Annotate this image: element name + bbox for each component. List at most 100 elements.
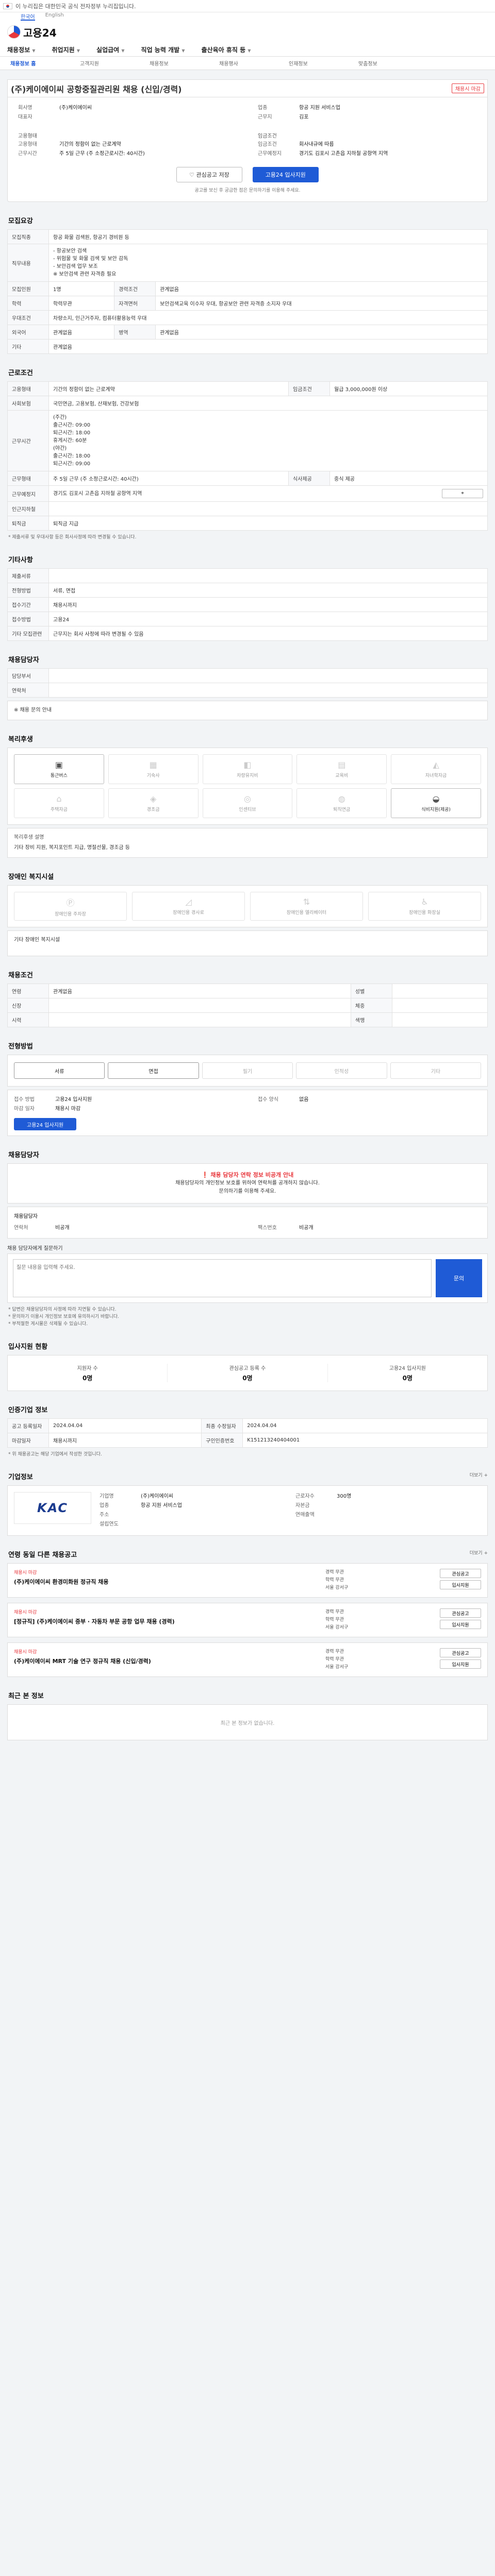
global-nav: 채용정보 ▼ 취업지원 ▼ 실업급여 ▼ 직업 능력 개발 ▼ 출산육아 휴직 … — [0, 43, 495, 57]
lang-english[interactable]: English — [45, 12, 64, 21]
wheelchair-icon: ♿ — [421, 897, 428, 907]
condition-table: 연령 관계없음 성별 신장 체중 시력 색맹 — [7, 984, 488, 1027]
elevator-icon: ⇅ — [303, 897, 310, 907]
tab-custom[interactable]: 맞춤정보 — [358, 59, 428, 67]
map-pin-icon: ⌖ — [461, 491, 464, 496]
step-other: 기타 — [390, 1062, 482, 1079]
section-info-title: 인증기업 정보 — [8, 1406, 48, 1414]
contact-info: 채용담당자 연락처 비공개 팩스번호 비공개 — [7, 1207, 488, 1239]
company-more-link[interactable]: 더보기 + — [470, 1471, 488, 1478]
ramp-icon: ◿ — [185, 897, 192, 907]
map-button[interactable]: ⌖ — [442, 489, 483, 498]
tab-jobs-home[interactable]: 채용정보 홈 — [10, 59, 80, 67]
gov-notice-text: 이 누리집은 대한민국 공식 전자정부 누리집입니다. — [15, 3, 136, 10]
inquiry-submit-button[interactable]: 문의 — [436, 1259, 482, 1297]
site-header: 고용24 채용정보 ▼ 취업지원 ▼ 실업급여 ▼ 직업 능력 개발 ▼ 출산육… — [0, 21, 495, 70]
similar-apply-button[interactable]: 입사지원 — [440, 1659, 481, 1669]
language-bar: 한국어 English — [0, 12, 495, 21]
gnb-item-jobs[interactable]: 채용정보 ▼ — [7, 45, 36, 54]
similar-job-3[interactable]: 채용시 마감 (주)케이에이씨 MRT 기술 연구 정규직 채용 (신입/경력) … — [7, 1642, 488, 1677]
coin-icon: ◎ — [244, 794, 251, 804]
section-recruit-title: 모집요강 — [8, 217, 33, 225]
section-similar-title: 연령 동일 다른 채용공고 더보기 + — [7, 1549, 488, 1559]
similar-save-button[interactable]: 관심공고 — [440, 1648, 481, 1657]
house-icon: ⌂ — [56, 794, 62, 804]
parking-icon: Ⓟ — [66, 897, 75, 908]
bus-icon: ▣ — [55, 760, 63, 770]
similar-job-2[interactable]: 채용시 마감 [정규직] (주)케이에이씨 중부 · 자동차 부문 공항 업무 채… — [7, 1603, 488, 1637]
similar-job-1[interactable]: 채용시 마감 (주)케이에이씨 환경미화원 정규직 채용 경력 무관 학력 무관 서울… — [7, 1563, 488, 1598]
facility-pension: ◍ 퇴직연금 — [296, 788, 387, 818]
chevron-down-icon: ▼ — [121, 48, 125, 53]
similar-save-button[interactable]: 관심공고 — [440, 1569, 481, 1578]
tab-events[interactable]: 채용행사 — [219, 59, 289, 67]
section-recent-title: 최근 본 정보 — [8, 1692, 44, 1700]
heart-icon: ♡ — [189, 172, 194, 178]
process-steps: 서류 면접 필기 인적성 기타 — [7, 1055, 488, 1087]
summary-card: 회사명 (주)케이에이씨 대표자 업종 항공 지원 서비스업 근무지 김포 고용형태 … — [7, 97, 488, 202]
chevron-down-icon: ▼ — [32, 48, 36, 53]
chevron-down-icon: ▼ — [248, 48, 251, 53]
step-document: 서류 — [14, 1062, 105, 1079]
apply-button[interactable]: 고용24 입사지원 — [252, 167, 319, 182]
recruiter-table: 담당부서 연락처 — [7, 668, 488, 698]
info-table: 공고 등록일자 2024.04.04 최종 수정일자 2024.04.04 마감일자 채… — [7, 1418, 488, 1448]
recruit-table: 모집직종 항공 화물 검색원, 항공기 경비원 등 직무내용 - 항공보안 검색 -… — [7, 229, 488, 354]
company-name: (주)케이에이씨 — [59, 105, 92, 111]
apply-method-box: 접수 방법 고용24 입사지원 마감 일자 채용시 마감 고용24 입사지원 접수 … — [7, 1090, 488, 1136]
tab-talent[interactable]: 인재정보 — [289, 59, 358, 67]
facility-grid: ▣ 통근버스 ▦ 기숙사 ◧ 차량유지비 ▤ 교육비 ◭ 자녀학자금 ⌂ 주택자금 ◈ 경조금… — [7, 748, 488, 825]
etc-table: 제출서류 전형방법 서류, 면접 접수기간 채용시까지 접수방법 고용24 기타 모집… — [7, 568, 488, 641]
status-badge: 채용시 마감 — [451, 83, 484, 93]
disability-note: 기타 장애인 복지시설 — [7, 930, 488, 956]
apply-button-2[interactable]: 고용24 입사지원 — [14, 1118, 77, 1130]
page-title: (주)케이에이씨 공항중질관리원 채용 (신입/경력) — [11, 84, 182, 94]
disability-elevator: ⇅ 장애인용 엘리베이터 — [250, 892, 363, 921]
lang-korean[interactable]: 한국어 — [21, 12, 35, 21]
step-aptitude: 인적성 — [296, 1062, 387, 1079]
car-icon: ◧ — [243, 760, 252, 770]
section-contact-title: 채용담당자 — [8, 1151, 39, 1159]
inquiry-notes: * 답변은 채용담당자의 사정에 따라 지연될 수 있습니다. * 문의하기 이용… — [8, 1307, 119, 1327]
save-job-button[interactable]: ♡ 관심공고 저장 — [176, 167, 242, 182]
section-company-title: 기업정보 더보기 + — [7, 1471, 488, 1481]
gift-icon: ◈ — [150, 794, 157, 804]
work-table: 고용형태 기간의 정함이 없는 근로계약 임금조건 월급 3,000,000원 이상 … — [7, 381, 488, 531]
recruiter-tip: ※ 채용 문의 안내 — [7, 701, 488, 720]
facility-bus: ▣ 통근버스 — [14, 754, 104, 784]
similar-save-button[interactable]: 관심공고 — [440, 1608, 481, 1618]
site-logo[interactable]: 고용24 — [7, 25, 57, 40]
chevron-down-icon: ▼ — [76, 48, 80, 53]
section-stats-title: 입사지원 현황 — [8, 1343, 48, 1351]
similar-apply-button[interactable]: 입사지원 — [440, 1580, 481, 1589]
inquiry-label: 채용 담당자에게 질문하기 — [7, 1246, 63, 1251]
inquiry-form: 문의 — [7, 1253, 488, 1303]
tab-support[interactable]: 고객지원 — [80, 59, 150, 67]
job-title-bar: (주)케이에이씨 공항중질관리원 채용 (신입/경력) 채용시 마감 — [7, 79, 488, 97]
gnb-item-leave[interactable]: 출산육아 휴직 등 ▼ — [202, 45, 251, 54]
gnb-item-benefit[interactable]: 실업급여 ▼ — [96, 45, 125, 54]
disability-ramp: ◿ 장애인용 경사로 — [132, 892, 245, 921]
gnb-item-training[interactable]: 직업 능력 개발 ▼ — [141, 45, 185, 54]
inquiry-textarea[interactable] — [13, 1259, 432, 1297]
company-logo: KAC — [14, 1492, 91, 1524]
piggy-icon: ◍ — [338, 794, 345, 804]
gov-notice: 이 누리집은 대한민국 공식 전자정부 누리집입니다. — [0, 0, 495, 12]
work-note: * 제출서류 및 우대사항 등은 회사사정에 따라 변경될 수 있습니다. — [8, 535, 137, 540]
disability-grid: Ⓟ 장애인용 주차장 ◿ 장애인용 경사로 ⇅ 장애인용 엘리베이터 ♿ 장애인용 화장… — [7, 885, 488, 927]
stat-applicants: 지원자 수 0명 — [8, 1364, 168, 1382]
similar-apply-button[interactable]: 입사지원 — [440, 1620, 481, 1629]
book-icon: ▤ — [338, 760, 346, 770]
action-note: 공고를 보신 후 궁금한 점은 문의하기를 이용해 주세요. — [194, 188, 301, 193]
facility-child: ◭ 자녀학자금 — [391, 754, 481, 784]
gnb-item-support[interactable]: 취업지원 ▼ — [52, 45, 80, 54]
step-interview: 면접 — [108, 1062, 199, 1079]
facility-note: 복리후생 설명 기타 장비 지원, 복지포인트 지급, 명절선물, 경조금 등 — [7, 828, 488, 858]
tab-job-info[interactable]: 채용정보 — [150, 59, 219, 67]
recent-empty: 최근 본 정보가 없습니다. — [7, 1704, 488, 1740]
similar-more-link[interactable]: 더보기 + — [470, 1549, 488, 1556]
section-recruiter-title: 채용담당자 — [8, 656, 39, 664]
sub-tabs: 채용정보 홈 고객지원 채용정보 채용행사 인재정보 맞춤정보 — [0, 57, 495, 70]
facility-car: ◧ 차량유지비 — [202, 754, 293, 784]
facility-event: ◈ 경조금 — [108, 788, 199, 818]
